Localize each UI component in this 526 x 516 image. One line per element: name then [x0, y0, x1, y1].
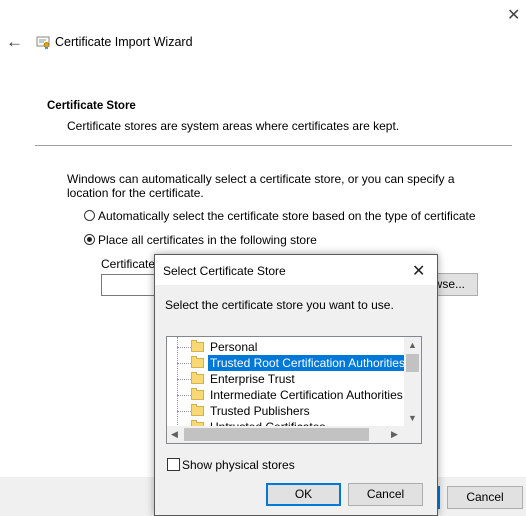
scroll-corner	[404, 426, 421, 443]
store-item-label: Personal	[210, 340, 258, 354]
section-heading: Certificate Store	[47, 100, 136, 112]
horizontal-scroll-thumb[interactable]	[184, 428, 369, 441]
folder-icon	[191, 340, 204, 352]
certificate-store-label: Certificate	[101, 257, 156, 271]
dialog-cancel-label: Cancel	[366, 487, 405, 501]
store-item-label: Enterprise Trust	[210, 372, 295, 386]
show-physical-checkbox[interactable]	[167, 458, 180, 471]
show-physical-label[interactable]: Show physical stores	[182, 458, 295, 472]
dialog-close-icon[interactable]: ✕	[412, 261, 425, 281]
scroll-left-icon[interactable]: ◀	[171, 430, 178, 439]
radio-place-in-store-label[interactable]: Place all certificates in the following …	[98, 233, 317, 247]
wizard-cancel-label: Cancel	[466, 490, 504, 504]
folder-icon	[191, 356, 204, 368]
back-arrow-icon[interactable]: ←	[6, 33, 23, 50]
radio-auto-select[interactable]	[84, 210, 95, 221]
tree-connector	[177, 337, 178, 433]
dialog-title: Select Certificate Store	[163, 264, 286, 278]
store-tree[interactable]: Personal Trusted Root Certification Auth…	[166, 336, 422, 444]
scroll-up-icon[interactable]: ▲	[408, 341, 417, 350]
store-item-label: Trusted Publishers	[210, 404, 310, 418]
select-store-dialog: Select Certificate Store ✕ Select the ce…	[154, 254, 438, 516]
dialog-cancel-button[interactable]: Cancel	[348, 483, 423, 506]
radio-place-in-store[interactable]	[84, 234, 95, 245]
intro-text: Windows can automatically select a certi…	[67, 172, 455, 200]
ok-button-label: OK	[294, 487, 313, 501]
wizard-title: Certificate Import Wizard	[55, 35, 193, 49]
store-item-label: Intermediate Certification Authorities	[210, 388, 403, 402]
certificate-icon	[35, 34, 51, 50]
scroll-right-icon[interactable]: ▶	[391, 430, 398, 439]
divider	[35, 145, 512, 146]
wizard-cancel-button[interactable]: Cancel	[447, 486, 523, 509]
close-icon[interactable]: ✕	[507, 8, 520, 24]
ok-button[interactable]: OK	[266, 483, 341, 506]
radio-auto-select-label[interactable]: Automatically select the certificate sto…	[98, 209, 476, 223]
dialog-prompt: Select the certificate store you want to…	[165, 298, 394, 312]
folder-icon	[191, 388, 204, 400]
store-item-label: Trusted Root Certification Authorities	[207, 354, 408, 372]
section-subheading: Certificate stores are system areas wher…	[67, 119, 400, 133]
scroll-down-icon[interactable]: ▼	[408, 414, 417, 423]
vertical-scroll-thumb[interactable]	[406, 354, 419, 372]
browse-button-label: wse...	[433, 277, 465, 291]
folder-icon	[191, 404, 204, 416]
folder-icon	[191, 372, 204, 384]
